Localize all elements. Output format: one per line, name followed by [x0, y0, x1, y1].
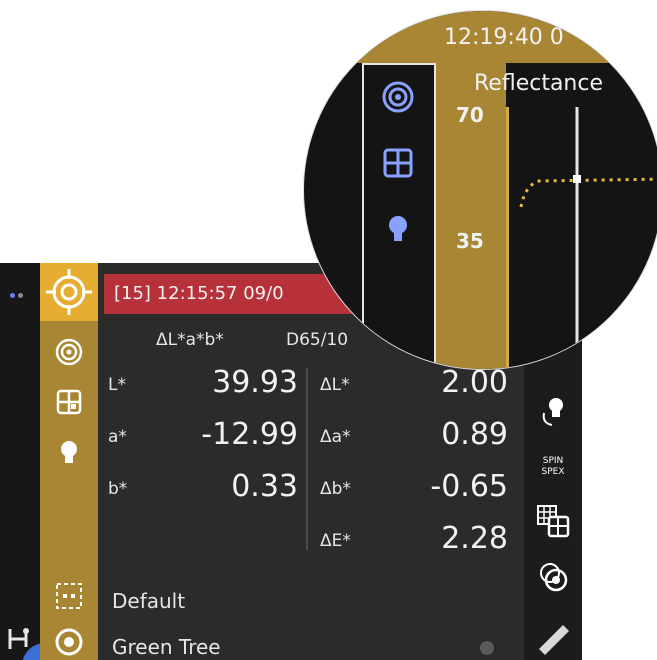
standard-name[interactable]: Green Tree	[112, 635, 221, 659]
magnified-view: 12:19:40 0 Reflectance 70 35	[303, 10, 657, 370]
batch-button[interactable]	[52, 579, 86, 613]
reflectance-curve	[519, 107, 657, 369]
spectrum-button[interactable]	[52, 335, 86, 369]
b-label: b*	[108, 479, 128, 499]
a-value: -12.99	[201, 417, 298, 452]
bulb-icon	[389, 216, 407, 241]
L-value: 39.93	[212, 365, 298, 400]
grid-icon	[56, 389, 82, 415]
light-toggle-button[interactable]	[528, 389, 578, 433]
pencil-icon	[539, 625, 569, 655]
left-toolbar	[40, 263, 98, 660]
delta-a-value: 0.89	[441, 417, 508, 452]
compare-grid-icon	[537, 505, 570, 538]
y-tick-70: 70	[456, 103, 484, 127]
delta-L-value: 2.00	[441, 365, 508, 400]
grid-icon	[383, 148, 413, 178]
spin-label: SPIN	[542, 456, 564, 466]
compare-button[interactable]	[528, 499, 578, 543]
delta-E-label: ΔE*	[320, 531, 351, 551]
spectrum-icon	[382, 81, 414, 113]
delta-b-value: -0.65	[430, 469, 508, 504]
a-label: a*	[108, 427, 127, 447]
zoom-timestamp: 12:19:40 0	[444, 25, 564, 50]
power-icon	[55, 628, 83, 656]
b-value: 0.33	[231, 469, 298, 504]
standard-indicator	[480, 641, 494, 655]
y-tick-35: 35	[456, 229, 484, 253]
settings-button[interactable]	[528, 555, 578, 599]
delta-E-value: 2.28	[441, 521, 508, 556]
column-divider	[306, 368, 308, 550]
dashed-box-icon	[56, 583, 82, 609]
reflectance-plot	[506, 107, 657, 369]
illuminant-label[interactable]: D65/10	[286, 330, 348, 350]
color-mode-label[interactable]: ΔL*a*b*	[156, 330, 224, 350]
left-edge-strip	[0, 263, 68, 660]
spin-spex-button[interactable]: SPIN SPEX	[528, 445, 578, 489]
spectrum-icon	[55, 338, 83, 366]
delta-a-label: Δa*	[320, 427, 351, 447]
delta-L-label: ΔL*	[320, 375, 350, 395]
indicator-dot	[10, 293, 15, 298]
indicator-dot	[18, 293, 23, 298]
spex-label: SPEX	[541, 467, 565, 477]
tolerance-label[interactable]: Default	[112, 589, 185, 613]
measure-button[interactable]	[40, 263, 98, 321]
target-icon	[46, 269, 92, 315]
L-label: L*	[108, 375, 126, 395]
power-button[interactable]	[52, 625, 86, 659]
grid-button[interactable]	[52, 385, 86, 419]
light-button[interactable]	[52, 435, 86, 469]
light-toggle-icon	[542, 398, 563, 426]
zoom-left-toolbar	[362, 63, 436, 369]
settings-rings-icon	[540, 563, 568, 592]
delta-b-label: Δb*	[320, 479, 351, 499]
zoom-graph-title: Reflectance	[474, 71, 604, 96]
edit-button[interactable]	[528, 613, 578, 657]
bulb-icon	[61, 441, 77, 463]
